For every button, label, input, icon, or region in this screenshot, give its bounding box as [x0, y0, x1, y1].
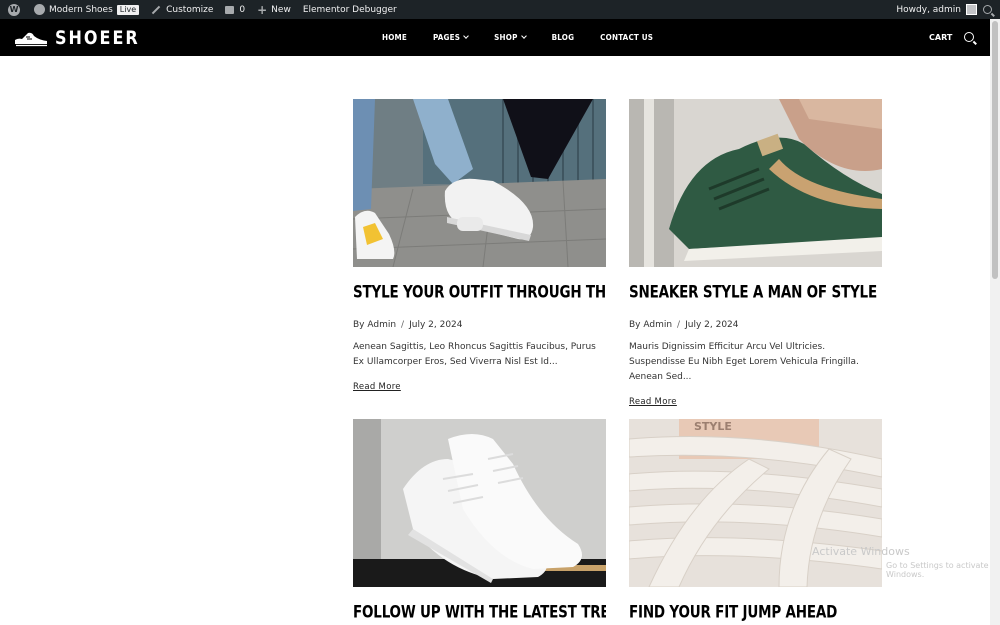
post-meta: By Admin / July 2, 2024 [629, 320, 882, 330]
live-badge: Live [116, 4, 140, 15]
debugger-label: Elementor Debugger [302, 4, 397, 15]
post-title[interactable]: FIND YOUR FIT JUMP AHEAD [629, 602, 882, 622]
post-title[interactable]: FOLLOW UP WITH THE LATEST TRENDS ... [353, 602, 606, 622]
nav-item-label: PAGES [433, 33, 461, 42]
new-label: New [271, 4, 291, 15]
blog-post-card: SNEAKER STYLE A MAN OF STYLE – 21. By Ad… [629, 99, 882, 408]
site-logo[interactable]: SHOEER [14, 26, 140, 49]
chevron-down-icon [463, 33, 469, 39]
account-menu[interactable]: Howdy, admin [890, 0, 977, 19]
wp-admin-bar: W Modern Shoes Live Customize 0 + New El… [0, 0, 1000, 19]
avatar [966, 4, 977, 15]
comments-link[interactable]: 0 [219, 0, 251, 19]
meta-separator: / [401, 320, 405, 330]
nav-item-label: CONTACT US [600, 33, 654, 42]
nav-item-label: SHOP [494, 33, 518, 42]
site-header: SHOEER HOME PAGES SHOP BLOG CONTACT US C… [0, 19, 990, 56]
post-author[interactable]: By Admin [629, 320, 672, 330]
elementor-debugger-link[interactable]: Elementor Debugger [297, 0, 403, 19]
read-more-link[interactable]: Read More [353, 382, 401, 392]
customize-label: Customize [166, 4, 214, 15]
chevron-down-icon [520, 33, 527, 39]
admin-search-icon[interactable] [983, 5, 992, 14]
nav-item-label: BLOG [551, 33, 575, 42]
post-image[interactable]: STYLE COLOR [629, 419, 882, 587]
post-date: July 2, 2024 [409, 320, 463, 330]
blog-post-card: STYLE YOUR OUTFIT THROUGH THIS TU... By … [353, 99, 606, 393]
cart-link[interactable]: CART [929, 33, 952, 42]
site-name-link[interactable]: Modern Shoes Live [28, 0, 145, 19]
nav-item-pages[interactable]: PAGES [433, 33, 469, 42]
post-image[interactable] [353, 419, 606, 587]
wordpress-icon: W [8, 3, 20, 16]
meta-separator: / [677, 320, 681, 330]
nav-item-blog[interactable]: BLOG [552, 33, 575, 42]
post-excerpt: Aenean Sagittis, Leo Rhoncus Sagittis Fa… [353, 342, 596, 367]
svg-text:STYLE: STYLE [694, 420, 732, 433]
scrollbar-thumb[interactable] [992, 21, 998, 279]
post-excerpt: Mauris Dignissim Efficitur Arcu Vel Ultr… [629, 342, 859, 382]
post-meta: By Admin / July 2, 2024 [353, 320, 606, 330]
greeting-text: Howdy, admin [896, 4, 961, 15]
post-title[interactable]: STYLE YOUR OUTFIT THROUGH THIS TU... [353, 282, 606, 302]
activation-watermark-subtitle: Go to Settings to activate Windows. [886, 561, 989, 579]
page-scrollbar[interactable] [990, 19, 1000, 625]
wordpress-logo-button[interactable]: W [0, 0, 28, 19]
comment-icon [225, 5, 235, 14]
blog-post-card: STYLE COLOR FIND YOUR FIT JUMP AHEAD [629, 419, 882, 622]
blog-post-card: FOLLOW UP WITH THE LATEST TRENDS ... [353, 419, 606, 622]
post-author[interactable]: By Admin [353, 320, 396, 330]
comments-count: 0 [239, 4, 246, 15]
post-image[interactable] [629, 99, 882, 267]
nav-item-home[interactable]: HOME [382, 33, 407, 42]
dashboard-icon [34, 4, 45, 15]
shoe-logo-icon [15, 32, 47, 46]
post-title[interactable]: SNEAKER STYLE A MAN OF STYLE – 21. [629, 282, 882, 302]
plus-icon: + [257, 2, 268, 17]
brush-icon [151, 5, 161, 14]
nav-item-label: HOME [382, 33, 408, 42]
main-nav: HOME PAGES SHOP BLOG CONTACT US [382, 19, 679, 56]
search-icon[interactable] [964, 32, 974, 42]
nav-item-shop[interactable]: SHOP [494, 33, 527, 42]
post-date: July 2, 2024 [685, 320, 739, 330]
logo-text: SHOEER [55, 26, 140, 49]
nav-item-contact[interactable]: CONTACT US [600, 33, 653, 42]
activation-watermark-title: Activate Windows [812, 545, 910, 558]
read-more-link[interactable]: Read More [629, 397, 677, 407]
post-image[interactable] [353, 99, 606, 267]
customize-link[interactable]: Customize [145, 0, 219, 19]
site-name: Modern Shoes [49, 4, 113, 15]
new-content-link[interactable]: + New [251, 0, 297, 19]
